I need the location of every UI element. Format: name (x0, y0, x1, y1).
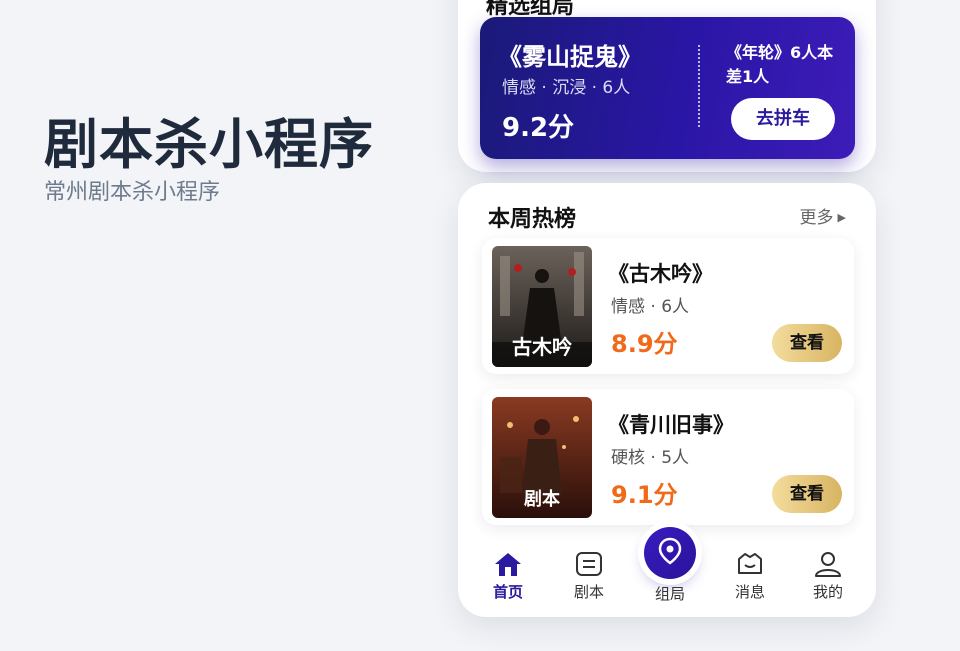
promo-card[interactable]: 《雾山捉鬼》 情感 · 沉浸 · 6人 9.2分 《年轮》6人本差1人 去拼车 (480, 17, 855, 159)
script-tags: 硬核 · 5人 (611, 448, 690, 468)
promo-score: 9.2分 (502, 113, 575, 143)
script-score: 8.9分 (611, 330, 678, 358)
tab-label: 组局 (654, 585, 685, 603)
script-cover-image: 剧本 (492, 397, 592, 518)
page-subtitle: 常州剧本杀小程序 (44, 180, 221, 205)
chevron-right-icon: ▶ (837, 211, 846, 224)
cover-title: 古木吟 (512, 335, 572, 359)
cover-title: 剧本 (524, 488, 560, 510)
promo-divider (698, 45, 700, 127)
tab-messages[interactable]: 消息 (720, 551, 780, 602)
home-icon (495, 553, 521, 576)
featured-panel: 精选组局 《雾山捉鬼》 情感 · 沉浸 · 6人 9.2分 《年轮》6人本差1人… (458, 0, 876, 172)
list-item[interactable]: 剧本 《青川旧事》 硬核 · 5人 9.1分 查看 (482, 389, 854, 525)
more-label: 更多 (799, 208, 834, 228)
script-name: 《青川旧事》 (608, 413, 734, 437)
script-tags: 情感 · 6人 (611, 297, 690, 317)
tab-group[interactable]: 组局 (640, 527, 700, 604)
tab-label: 剧本 (573, 583, 604, 601)
view-button[interactable]: 查看 (772, 475, 842, 513)
tab-profile[interactable]: 我的 (798, 551, 858, 602)
weekly-section-title: 本周热榜 (488, 207, 577, 232)
tab-label: 消息 (734, 583, 765, 601)
user-icon (815, 552, 841, 577)
tab-home[interactable]: 首页 (478, 551, 538, 602)
tab-label: 我的 (812, 583, 843, 601)
promo-need-text: 《年轮》6人本差1人 (726, 43, 834, 86)
tab-label: 首页 (492, 583, 523, 601)
message-icon (738, 553, 762, 574)
tab-scripts[interactable]: 剧本 (559, 551, 619, 602)
bottom-tab-bar: 首页 剧本 组局 消息 我的 (458, 527, 876, 617)
view-button[interactable]: 查看 (772, 324, 842, 362)
script-name: 《古木吟》 (608, 262, 713, 286)
list-item[interactable]: 古木吟 《古木吟》 情感 · 6人 8.9分 查看 (482, 238, 854, 374)
script-icon (576, 552, 602, 576)
promo-tags: 情感 · 沉浸 · 6人 (502, 78, 631, 98)
more-link[interactable]: 更多 ▶ (800, 203, 846, 228)
weekly-panel: 本周热榜 更多 ▶ 古木吟 《古木吟》 情感 · 6人 8.9分 查看 剧本 《… (458, 183, 876, 617)
promo-script-name: 《雾山捉鬼》 (498, 43, 642, 71)
page-title: 剧本杀小程序 (44, 113, 374, 176)
script-score: 9.1分 (611, 481, 678, 509)
join-carpool-button[interactable]: 去拼车 (731, 98, 835, 140)
location-pin-icon (644, 527, 696, 579)
script-cover-image: 古木吟 (492, 246, 592, 367)
